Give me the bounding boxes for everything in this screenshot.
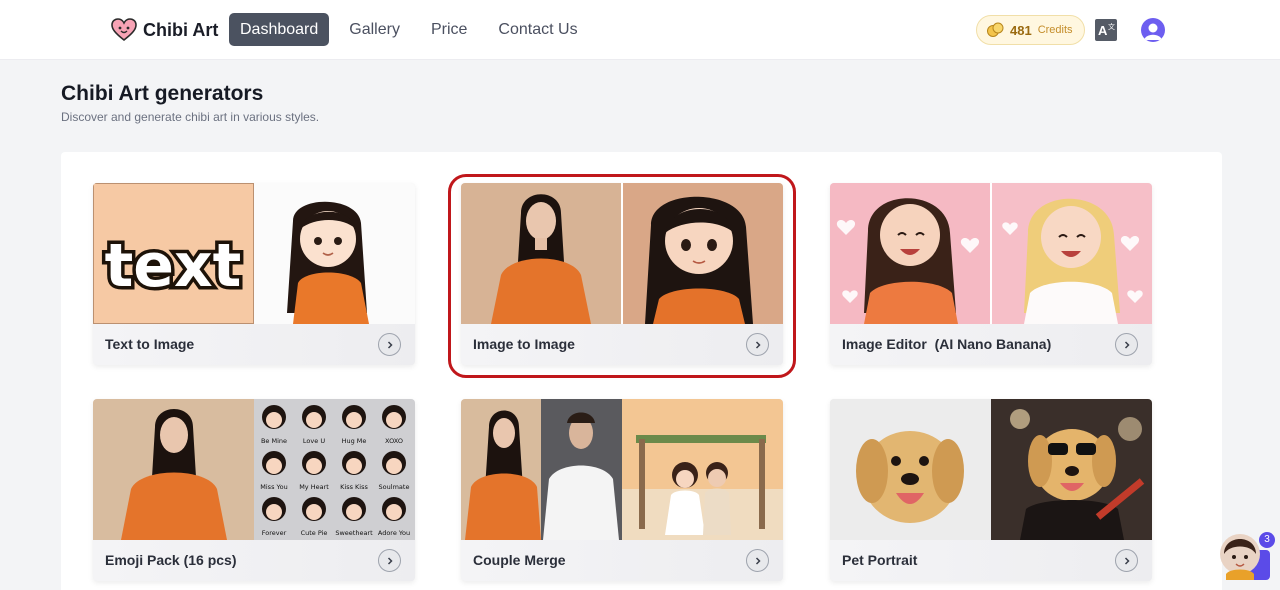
card-footer: Pet Portrait	[830, 540, 1152, 581]
card-image-couple-merge	[461, 399, 783, 540]
card-image-emoji-pack: Be Mine Love U Hug Me XOXO Miss You My H…	[93, 399, 415, 540]
credits-badge[interactable]: 481 Credits	[976, 15, 1085, 45]
emoji-label: Cute Pie	[301, 529, 328, 537]
chevron-right-icon[interactable]	[1115, 549, 1138, 572]
emoji-label: Be Mine	[261, 437, 287, 445]
card-label: Image Editor (AI Nano Banana)	[842, 336, 1052, 352]
card-image-image-to-image	[461, 183, 783, 324]
main-nav: Dashboard Gallery Price Contact Us	[229, 13, 598, 46]
emoji-label: Soulmate	[379, 483, 410, 491]
nav-gallery[interactable]: Gallery	[338, 13, 411, 46]
card-image-editor[interactable]: Image Editor (AI Nano Banana)	[830, 183, 1152, 365]
chevron-right-icon[interactable]	[746, 549, 769, 572]
chevron-right-icon[interactable]	[1115, 333, 1138, 356]
nav-price[interactable]: Price	[420, 13, 478, 46]
chevron-right-icon[interactable]	[378, 549, 401, 572]
emoji-label: XOXO	[385, 437, 403, 445]
card-footer: Couple Merge	[461, 540, 783, 581]
credits-label: Credits	[1037, 24, 1073, 36]
user-avatar-icon[interactable]	[1141, 18, 1165, 42]
emoji-label: Love U	[303, 437, 325, 445]
emoji-label: Sweetheart	[335, 529, 373, 537]
card-image-image-editor	[830, 183, 1152, 324]
card-footer: Image Editor (AI Nano Banana)	[830, 324, 1152, 365]
brand-logo[interactable]: Chibi Art	[111, 17, 218, 43]
page-subtitle: Discover and generate chibi art in vario…	[61, 110, 320, 124]
nav-contact-us[interactable]: Contact Us	[487, 13, 588, 46]
card-footer: Text to Image	[93, 324, 415, 365]
card-image-text-to-image: text	[93, 183, 415, 324]
top-header: Chibi Art Dashboard Gallery Price Contac…	[0, 0, 1280, 60]
card-text-to-image[interactable]: text Text to Image	[93, 183, 415, 365]
coin-icon	[987, 22, 1004, 37]
translate-icon[interactable]: A 文	[1095, 19, 1117, 41]
card-emoji-pack[interactable]: Be Mine Love U Hug Me XOXO Miss You My H…	[93, 399, 415, 581]
credits-value: 481	[1010, 22, 1032, 38]
sample-text-graphic: text	[105, 231, 242, 301]
card-pet-portrait[interactable]: Pet Portrait	[830, 399, 1152, 581]
page-title: Chibi Art generators	[61, 82, 264, 105]
card-couple-merge[interactable]: Couple Merge	[461, 399, 783, 581]
emoji-label: Miss You	[260, 483, 287, 491]
card-label: Image to Image	[473, 336, 575, 352]
emoji-label: Kiss Kiss	[340, 483, 368, 491]
brand-name: Chibi Art	[143, 19, 219, 40]
emoji-label: My Heart	[299, 483, 329, 491]
emoji-label: Hug Me	[342, 437, 367, 445]
chevron-right-icon[interactable]	[378, 333, 401, 356]
svg-text:A: A	[1098, 23, 1108, 38]
emoji-label: Forever	[262, 529, 287, 537]
card-image-pet-portrait	[830, 399, 1152, 540]
heart-face-icon	[111, 18, 137, 42]
card-label: Pet Portrait	[842, 552, 918, 568]
card-image-to-image[interactable]: Image to Image	[461, 183, 783, 365]
card-footer: Image to Image	[461, 324, 783, 365]
card-label: Emoji Pack (16 pcs)	[105, 552, 237, 568]
nav-dashboard[interactable]: Dashboard	[229, 13, 330, 46]
card-label: Text to Image	[105, 336, 195, 352]
chevron-right-icon[interactable]	[746, 333, 769, 356]
notification-badge: 3	[1259, 532, 1275, 548]
emoji-label: Adore You	[378, 529, 410, 537]
card-label: Couple Merge	[473, 552, 566, 568]
card-footer: Emoji Pack (16 pcs)	[93, 540, 415, 581]
svg-text:文: 文	[1108, 22, 1115, 31]
